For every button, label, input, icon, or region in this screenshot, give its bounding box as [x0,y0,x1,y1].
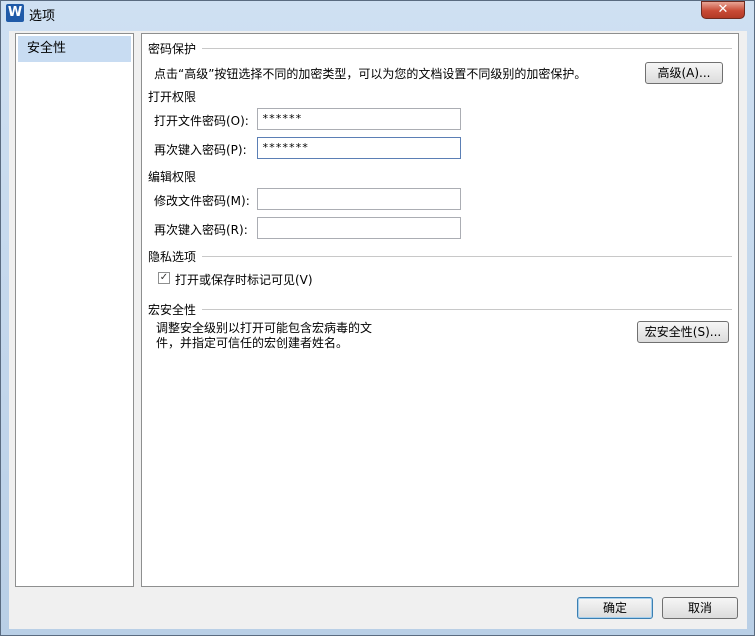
section-title-password-protection: 密码保护 [148,40,201,57]
reenter-modify-password-field[interactable] [257,217,461,239]
divider [202,256,732,257]
divider [202,48,732,49]
wps-writer-icon: W [6,4,24,22]
modify-password-field[interactable] [257,188,461,210]
open-password-field[interactable]: ****** [257,108,461,130]
category-list: 安全性 [15,33,134,587]
open-permission-title: 打开权限 [148,90,197,104]
macro-description-line2: 件，并指定可信任的宏创建者姓名。 [156,336,349,350]
nav-item-security[interactable]: 安全性 [18,36,131,62]
dialog-body: 安全性 密码保护 点击“高级”按钮选择不同的加密类型，可以为您的文档设置不同级别… [9,31,747,629]
section-title-privacy: 隐私选项 [148,248,201,265]
reenter-open-password-label: 再次键入密码(P): [154,143,247,157]
security-panel: 密码保护 点击“高级”按钮选择不同的加密类型，可以为您的文档设置不同级别的加密保… [141,33,739,587]
title-bar[interactable]: W 选项 ✕ [1,1,754,25]
options-dialog: W 选项 ✕ 安全性 密码保护 点击“高级”按钮选择不同的加密类型，可以为您的文… [0,0,755,636]
edit-permission-title: 编辑权限 [148,170,197,184]
advanced-button[interactable]: 高级(A)... [645,62,723,84]
mark-visible-label[interactable]: 打开或保存时标记可见(V) [175,271,313,288]
reenter-modify-password-label: 再次键入密码(R): [154,223,248,237]
modify-password-label: 修改文件密码(M): [154,194,250,208]
section-title-macro-security: 宏安全性 [148,301,201,318]
open-password-label: 打开文件密码(O): [154,114,249,128]
divider [202,309,732,310]
password-protection-description: 点击“高级”按钮选择不同的加密类型，可以为您的文档设置不同级别的加密保护。 [154,67,587,81]
mark-visible-checkbox[interactable]: ✓ [158,272,170,284]
reenter-open-password-field[interactable]: ******* [257,137,461,159]
macro-security-button[interactable]: 宏安全性(S)... [637,321,729,343]
ok-button[interactable]: 确定 [577,597,653,619]
close-button[interactable]: ✕ [701,1,745,19]
dialog-title: 选项 [29,9,56,24]
cancel-button[interactable]: 取消 [662,597,738,619]
